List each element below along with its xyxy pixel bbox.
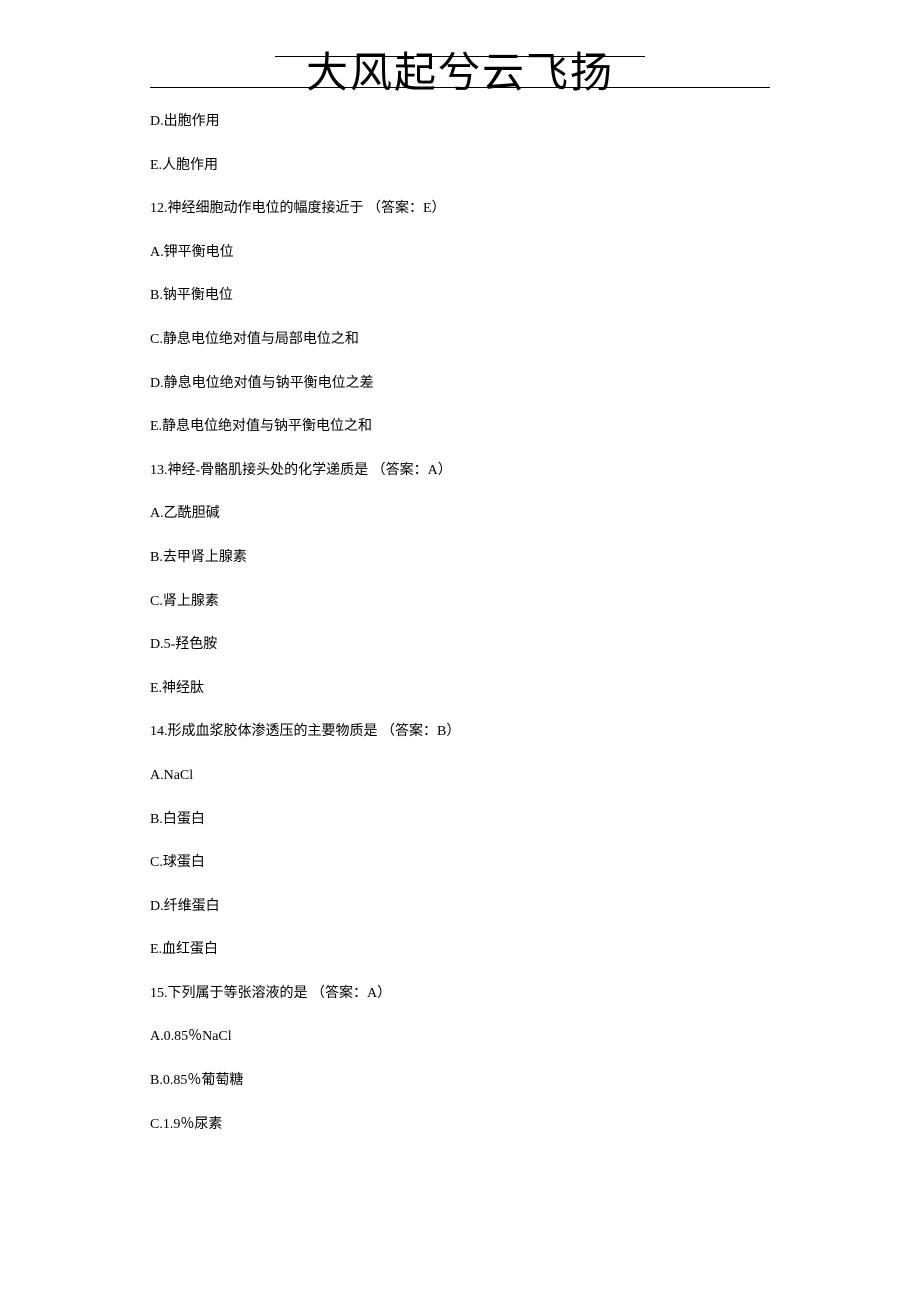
text-line: C.静息电位绝对值与局部电位之和 bbox=[150, 330, 770, 350]
text-line: D.出胞作用 bbox=[150, 112, 770, 132]
text-line: 15.下列属于等张溶液的是 （答案：A） bbox=[150, 984, 770, 1004]
text-line: 13.神经-骨骼肌接头处的化学递质是 （答案：A） bbox=[150, 461, 770, 481]
text-line: E.血红蛋白 bbox=[150, 940, 770, 960]
text-line: B.去甲肾上腺素 bbox=[150, 548, 770, 568]
text-line: A.NaCl bbox=[150, 766, 770, 786]
text-line: A.0.85％NaCl bbox=[150, 1027, 770, 1047]
text-line: B.钠平衡电位 bbox=[150, 286, 770, 306]
text-line: 14.形成血浆胶体渗透压的主要物质是 （答案：B） bbox=[150, 722, 770, 742]
page-header: 大风起兮云飞扬 bbox=[150, 56, 770, 88]
text-line: 12.神经细胞动作电位的幅度接近于 （答案：E） bbox=[150, 199, 770, 219]
text-line: D.纤维蛋白 bbox=[150, 897, 770, 917]
text-line: B.0.85％葡萄糖 bbox=[150, 1071, 770, 1091]
text-line: E.人胞作用 bbox=[150, 156, 770, 176]
document-body: D.出胞作用 E.人胞作用 12.神经细胞动作电位的幅度接近于 （答案：E） A… bbox=[150, 112, 770, 1134]
text-line: C.肾上腺素 bbox=[150, 592, 770, 612]
text-line: C.球蛋白 bbox=[150, 853, 770, 873]
text-line: B.白蛋白 bbox=[150, 810, 770, 830]
text-line: A.乙酰胆碱 bbox=[150, 504, 770, 524]
page-title: 大风起兮云飞扬 bbox=[150, 53, 770, 95]
text-line: A.钾平衡电位 bbox=[150, 243, 770, 263]
text-line: C.1.9％尿素 bbox=[150, 1115, 770, 1135]
text-line: D.5-羟色胺 bbox=[150, 635, 770, 655]
text-line: E.静息电位绝对值与钠平衡电位之和 bbox=[150, 417, 770, 437]
text-line: E.神经肽 bbox=[150, 679, 770, 699]
text-line: D.静息电位绝对值与钠平衡电位之差 bbox=[150, 374, 770, 394]
